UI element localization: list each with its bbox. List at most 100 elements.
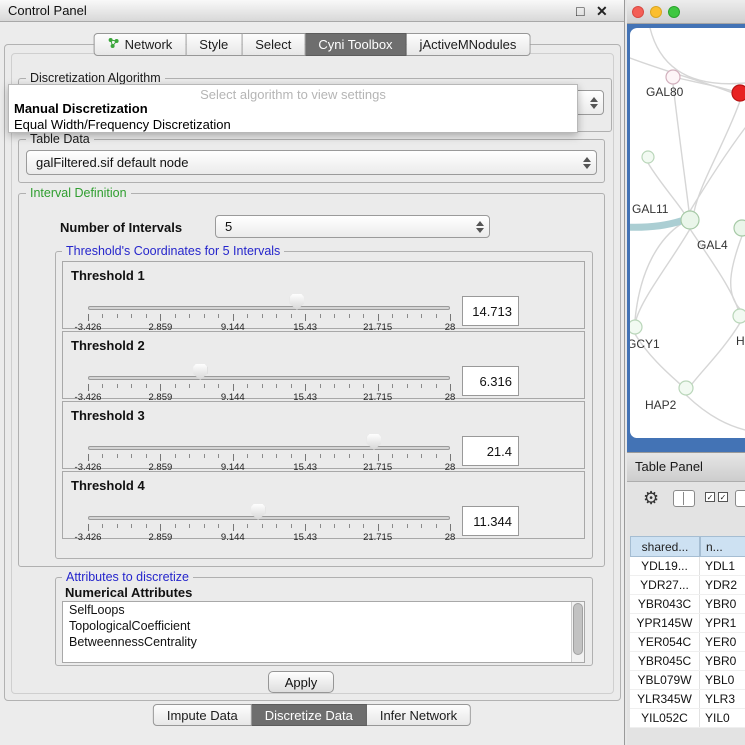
slider-ticks (88, 314, 450, 322)
network-canvas[interactable]: GAL80GAL11GAL4GCY1HAP2H (630, 28, 745, 438)
tab-jactivemnodules[interactable]: jActiveMNodules (407, 33, 531, 56)
network-edge[interactable] (692, 323, 740, 384)
threshold-4-value-field[interactable]: 11.344 (462, 506, 519, 536)
tick-mark (218, 524, 219, 528)
list-scrollbar[interactable] (571, 602, 584, 662)
threshold-3-value-field[interactable]: 21.4 (462, 436, 519, 466)
table-row[interactable]: YDL19...YDL1 (630, 557, 745, 576)
network-node[interactable] (681, 211, 699, 229)
numerical-attributes-list[interactable]: SelfLoopsTopologicalCoefficientBetweenne… (62, 601, 585, 663)
table-row[interactable]: YDR27...YDR2 (630, 576, 745, 595)
table-cell-shared-name: YPR145W (630, 614, 700, 632)
tick-mark (247, 314, 248, 318)
network-view-window: GAL80GAL11GAL4GCY1HAP2H (627, 0, 745, 452)
tab-cyni-toolbox[interactable]: Cyni Toolbox (305, 33, 406, 56)
table-row[interactable]: YIL052CYIL0 (630, 709, 745, 728)
tab-select[interactable]: Select (242, 33, 305, 56)
slider-ticks (88, 384, 450, 392)
column-header-shared-name[interactable]: shared... (630, 536, 700, 557)
network-edge[interactable] (690, 128, 745, 211)
network-canvas-svg: GAL80GAL11GAL4GCY1HAP2H (630, 28, 745, 438)
select-all-checkbox-icon[interactable]: ✓ (705, 492, 715, 502)
network-node[interactable] (732, 85, 745, 101)
network-node[interactable] (666, 70, 680, 84)
zoom-traffic-icon[interactable] (668, 6, 680, 18)
tab-discretize-data[interactable]: Discretize Data (252, 704, 367, 726)
slider-ticks (88, 524, 450, 532)
select-none-checkbox-icon[interactable]: ✓ (718, 492, 728, 502)
table-row[interactable]: YER054CYER0 (630, 633, 745, 652)
network-edge[interactable] (650, 28, 745, 84)
gear-icon[interactable]: ⚙ (643, 488, 659, 509)
dropdown-option-manual-discretization[interactable]: Manual Discretization (14, 101, 148, 116)
attribute-list-item-selfloops[interactable]: SelfLoops (63, 602, 584, 618)
threshold-3-slider-track[interactable] (88, 446, 450, 450)
table-row[interactable]: YBR045CYBR0 (630, 652, 745, 671)
network-edge[interactable] (694, 101, 740, 212)
dropdown-option-equal-width-frequency[interactable]: Equal Width/Frequency Discretization (14, 117, 231, 132)
minimize-traffic-icon[interactable] (650, 6, 662, 18)
threshold-2-value-field[interactable]: 6.316 (462, 366, 519, 396)
network-node[interactable] (630, 320, 642, 334)
list-scrollbar-thumb[interactable] (573, 603, 583, 655)
tab-style[interactable]: Style (186, 33, 242, 56)
column-browser-icon[interactable] (673, 490, 695, 507)
apply-button[interactable]: Apply (268, 671, 334, 693)
tick-mark (218, 454, 219, 458)
network-node[interactable] (642, 151, 654, 163)
table-cell-name: YDR2 (700, 576, 745, 594)
table-row[interactable]: YBL079WYBL0 (630, 671, 745, 690)
close-traffic-icon[interactable] (632, 6, 644, 18)
tick-label: 21.715 (356, 532, 400, 543)
tab-impute-data[interactable]: Impute Data (153, 704, 252, 726)
network-edge[interactable] (686, 395, 745, 430)
table-row[interactable]: YLR345WYLR3 (630, 690, 745, 709)
threshold-4-slider-track[interactable] (88, 516, 450, 520)
tick-mark (146, 384, 147, 388)
tick-mark (320, 384, 321, 388)
tick-mark (407, 524, 408, 528)
window-title: Control Panel (8, 3, 87, 18)
close-icon[interactable]: ✕ (596, 2, 608, 20)
table-function-icon[interactable] (735, 490, 745, 507)
tick-mark (349, 384, 350, 388)
network-edge[interactable] (673, 84, 689, 211)
tick-mark (363, 524, 364, 528)
threshold-1-box: Threshold 1-3.4262.8599.14415.4321.71528… (62, 261, 585, 329)
number-of-intervals-combo[interactable]: 5 (215, 215, 490, 238)
network-edge[interactable] (630, 221, 681, 227)
tick-mark (160, 454, 161, 461)
tick-mark (175, 524, 176, 528)
tick-mark (102, 314, 103, 318)
table-cell-name: YPR1 (700, 614, 745, 632)
network-node-label-gal4: GAL4 (697, 238, 728, 252)
threshold-1-value-field[interactable]: 14.713 (462, 296, 519, 326)
table-row[interactable]: YPR145WYPR1 (630, 614, 745, 633)
table-data-combo[interactable]: galFiltered.sif default node (26, 150, 597, 175)
tick-mark (378, 524, 379, 531)
column-header-name[interactable]: n... (700, 536, 745, 557)
tab-infer-network[interactable]: Infer Network (367, 704, 471, 726)
attribute-list-item-topologicalcoefficient[interactable]: TopologicalCoefficient (63, 618, 584, 634)
threshold-1-slider-track[interactable] (88, 306, 450, 310)
tick-mark (320, 524, 321, 528)
network-node-label-hap2: HAP2 (645, 398, 677, 412)
node-table-panel: ⚙ ✓ ✓ shared... n... YDL19...YDL1YDR27..… (627, 482, 745, 745)
attribute-list-item-betweennesscentrality[interactable]: BetweennessCentrality (63, 634, 584, 650)
network-node[interactable] (733, 309, 745, 323)
minimize-icon[interactable]: □ (576, 2, 584, 20)
tick-mark (189, 384, 190, 388)
tick-mark (146, 524, 147, 528)
number-of-intervals-value: 5 (225, 219, 232, 234)
tick-mark (262, 314, 263, 318)
network-node[interactable] (734, 220, 745, 236)
tick-mark (291, 384, 292, 388)
tick-label: 2.859 (138, 532, 182, 543)
tick-mark (189, 454, 190, 458)
network-edge[interactable] (731, 236, 742, 309)
tick-mark (218, 314, 219, 318)
tab-network[interactable]: Network (94, 33, 187, 56)
table-row[interactable]: YBR043CYBR0 (630, 595, 745, 614)
threshold-2-slider-track[interactable] (88, 376, 450, 380)
network-node[interactable] (679, 381, 693, 395)
